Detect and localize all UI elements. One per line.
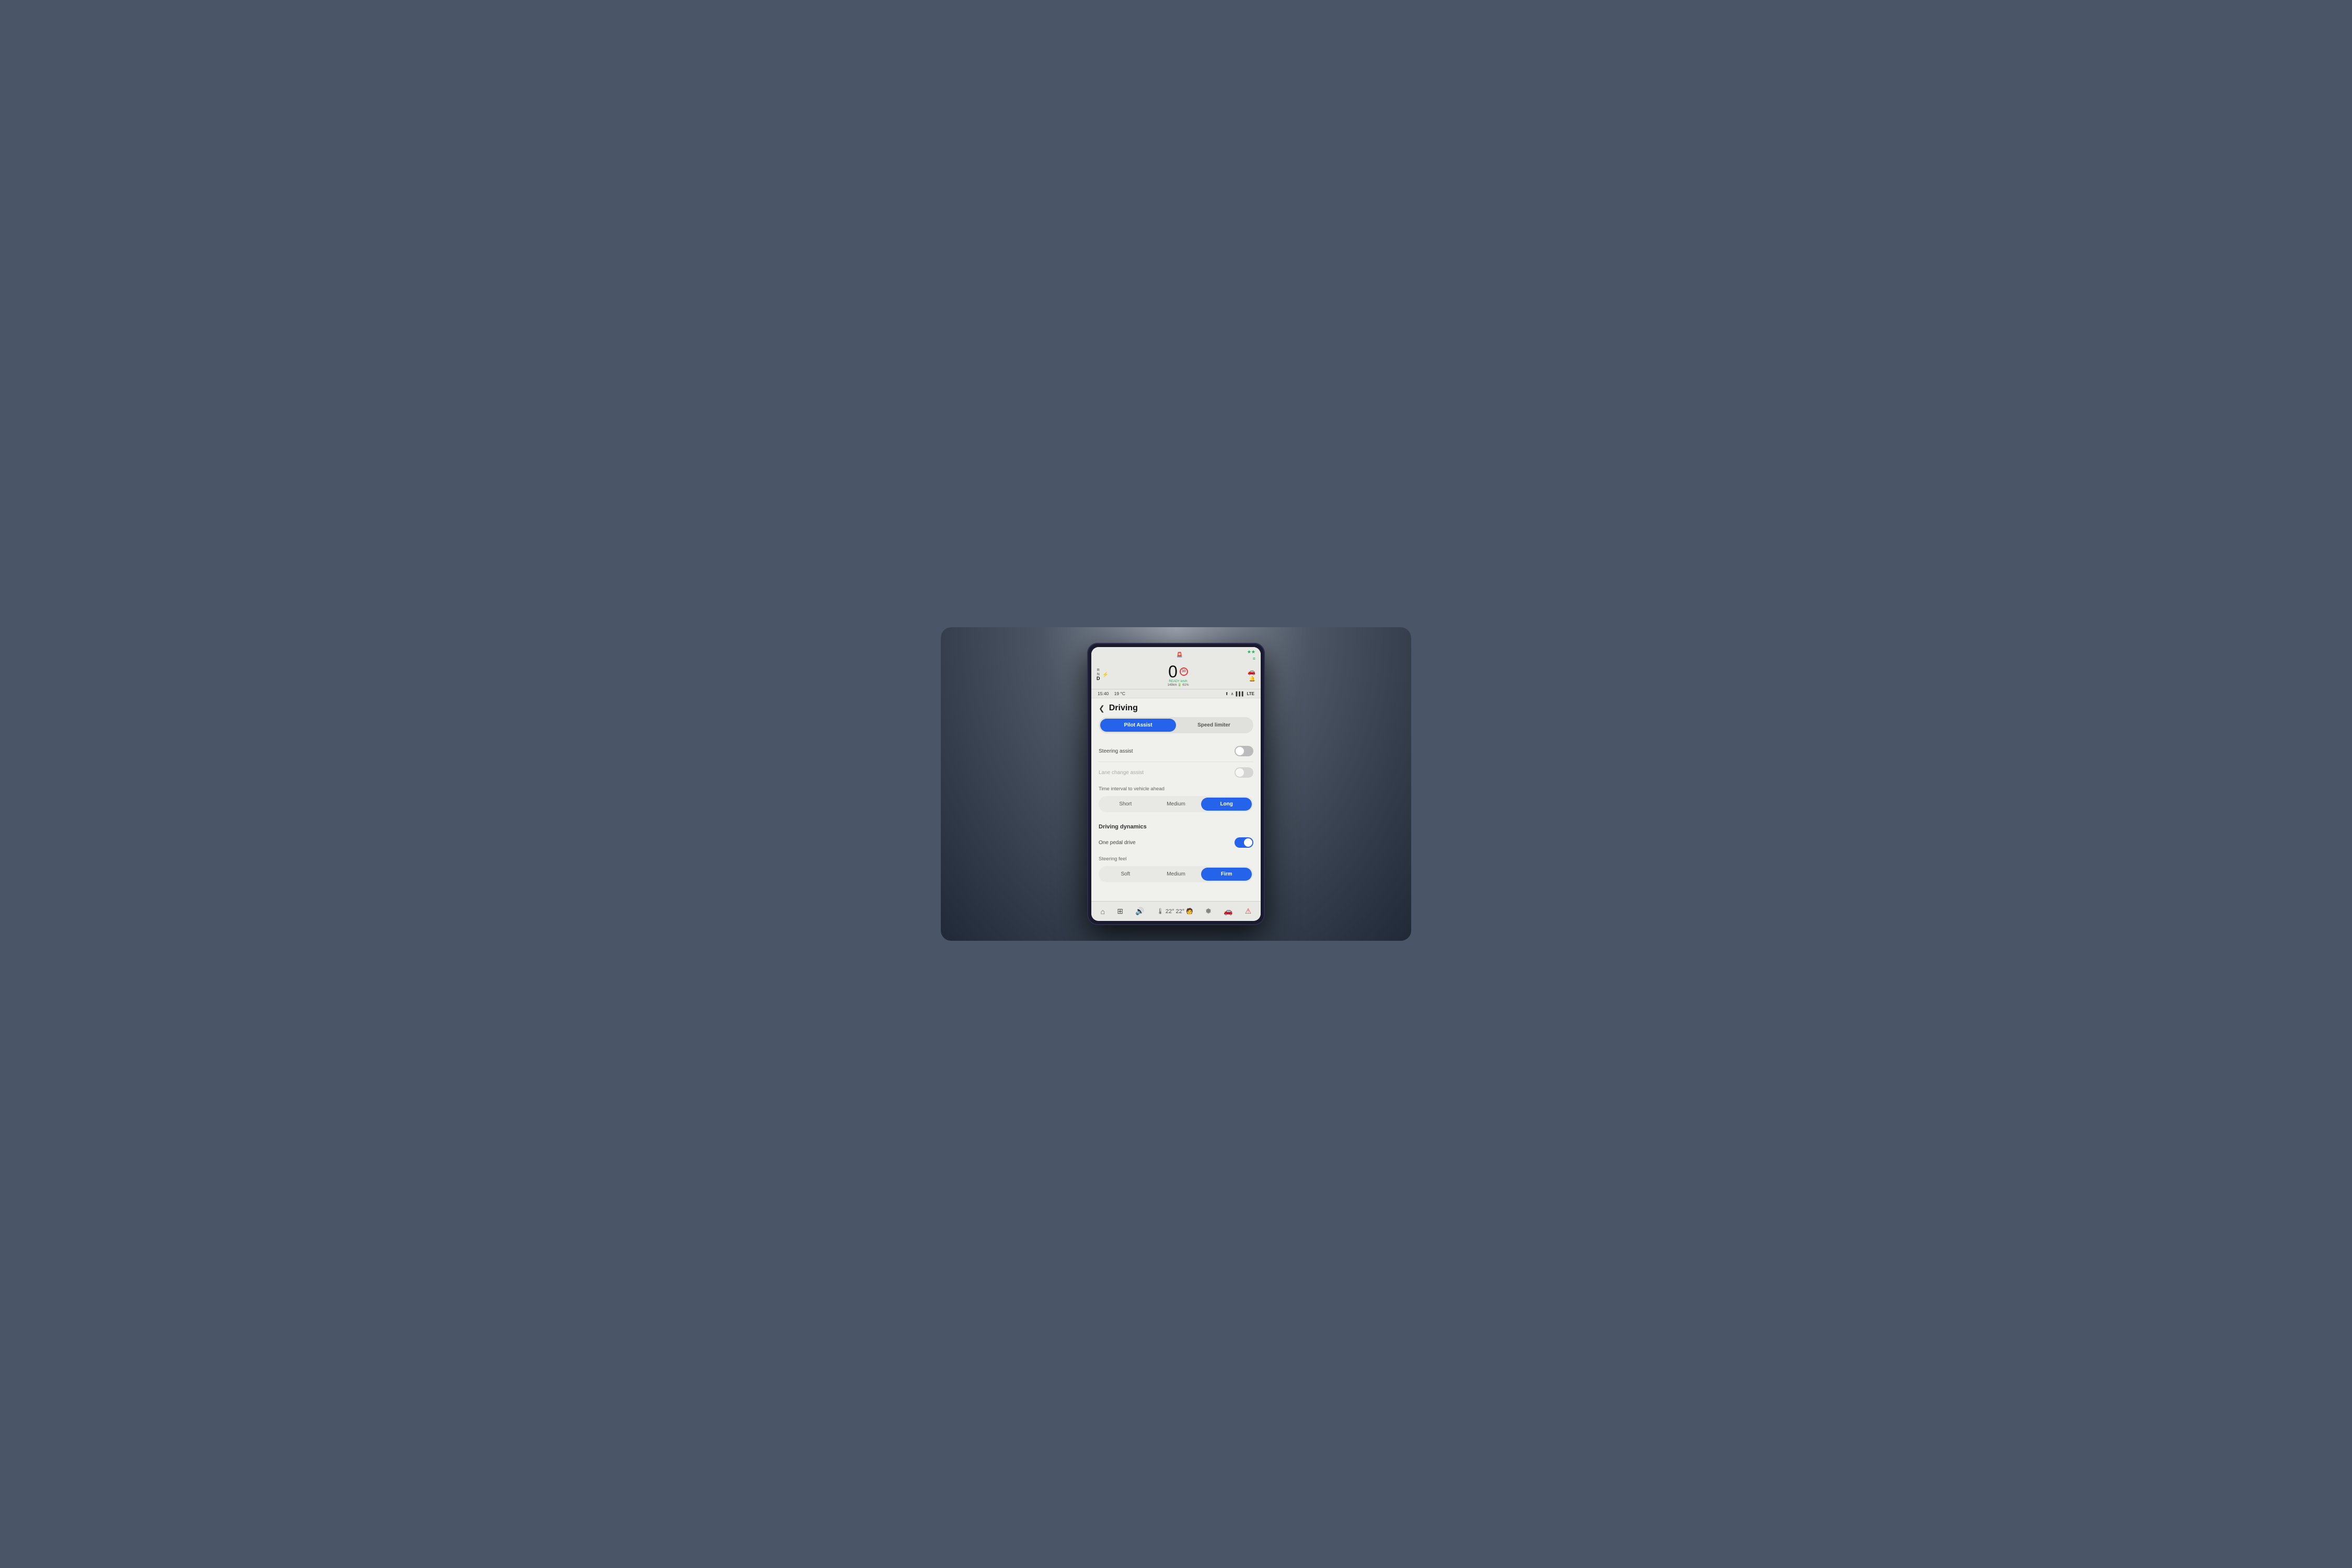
adas-warning-icon: 🚨 [1177, 652, 1183, 658]
car-dashboard-background: 🚨 ★★ ≡ R N D ⚡ [941, 627, 1411, 941]
home-icon: ⌂ [1101, 907, 1105, 916]
driving-dynamics-settings: One pedal drive [1091, 832, 1261, 853]
one-pedal-drive-label: One pedal drive [1099, 840, 1136, 846]
car-settings-icon: 🚗 [1224, 907, 1232, 916]
car-header-main: R N D ⚡ 0 30 READY [1097, 662, 1255, 688]
driving-dynamics-section: Driving dynamics One pedal drive [1091, 817, 1261, 853]
network-type: LTE [1247, 691, 1254, 696]
one-pedal-drive-row: One pedal drive [1099, 832, 1253, 853]
speed-limit-badge: 30 [1180, 667, 1188, 676]
alert-icon: ⚠ [1245, 907, 1252, 916]
header-center: 0 30 READY km/h 149km 🔋 61% [1168, 663, 1189, 687]
battery-info: 149km 🔋 61% [1168, 683, 1189, 687]
wifi-icon: ∧ [1231, 691, 1234, 696]
header-left: R N D ⚡ [1097, 668, 1109, 682]
tab-speed-limiter[interactable]: Speed limiter [1176, 719, 1252, 732]
one-pedal-drive-knob [1244, 838, 1252, 847]
settings-section: Steering assist Lane change assist [1091, 741, 1261, 783]
one-pedal-drive-toggle[interactable] [1235, 837, 1253, 848]
header-right: 🚗 🔔 [1248, 668, 1255, 682]
bottom-nav: ⌂ ⊞ 🔊 🌡 22° 22° 🧑 ❅ 🚗 ⚠ [1091, 901, 1261, 921]
page-header: ❮ Driving [1091, 698, 1261, 717]
status-bar: 15:40 19 °C ⬆ ∧ ▌▌▌ LTE [1091, 689, 1261, 698]
nav-media[interactable]: 🔊 [1132, 906, 1147, 917]
headlight-icon: ★★ [1247, 649, 1255, 655]
media-icon: 🔊 [1135, 907, 1144, 916]
lane-change-assist-row: Lane change assist [1099, 762, 1253, 783]
tablet-screen: 🚨 ★★ ≡ R N D ⚡ [1091, 647, 1261, 921]
nav-car-settings[interactable]: 🚗 [1220, 906, 1236, 917]
top-right-car-icons: ★★ ≡ [1247, 649, 1255, 661]
steering-feel-label: Steering feel [1091, 853, 1261, 863]
feel-soft-btn[interactable]: Soft [1100, 868, 1151, 881]
tablet-device: 🚨 ★★ ≡ R N D ⚡ [1087, 643, 1265, 925]
time-interval-segment-group: Short Medium Long [1099, 796, 1253, 812]
notification-icon: 🔔 [1249, 676, 1255, 682]
steering-feel-segment-group: Soft Medium Firm [1099, 866, 1253, 882]
steering-assist-label: Steering assist [1099, 748, 1133, 754]
temp-display: 19 °C [1114, 691, 1125, 696]
tab-pilot-assist[interactable]: Pilot Assist [1100, 719, 1176, 732]
time-display: 15:40 [1098, 691, 1109, 696]
interval-short-btn[interactable]: Short [1100, 798, 1151, 811]
main-content[interactable]: ❮ Driving Pilot Assist Speed limiter Ste… [1091, 698, 1261, 901]
interval-long-btn[interactable]: Long [1201, 798, 1252, 811]
nav-alert[interactable]: ⚠ [1242, 906, 1255, 917]
car-top-view: 🚗 [1248, 668, 1255, 675]
back-button[interactable]: ❮ [1099, 704, 1105, 713]
apps-icon: ⊞ [1117, 907, 1123, 916]
gear-r: R [1097, 668, 1100, 673]
lane-change-assist-toggle[interactable] [1235, 767, 1253, 778]
gear-indicator: R N D [1097, 668, 1100, 682]
car-top-icons-row: 🚨 ★★ ≡ [1097, 649, 1255, 661]
steering-assist-toggle[interactable] [1235, 746, 1253, 756]
climate-icon: 🌡 22° 22° 🧑 [1157, 908, 1193, 915]
bottom-spacer [1091, 887, 1261, 898]
nav-home[interactable]: ⌂ [1098, 906, 1108, 917]
status-time-temp: 15:40 19 °C [1098, 691, 1125, 696]
driving-dynamics-title: Driving dynamics [1091, 817, 1261, 832]
feel-medium-btn[interactable]: Medium [1151, 868, 1202, 881]
car-header: 🚨 ★★ ≡ R N D ⚡ [1091, 647, 1261, 689]
page-title: Driving [1109, 704, 1138, 713]
signal-bars-icon: ▌▌▌ [1236, 691, 1244, 696]
charging-icon: ⚡ [1102, 672, 1109, 678]
bluetooth-icon: ⬆ [1225, 691, 1229, 696]
speed-display: 0 [1168, 663, 1178, 680]
interval-medium-btn[interactable]: Medium [1151, 798, 1202, 811]
feel-firm-btn[interactable]: Firm [1201, 868, 1252, 881]
steering-feel-section: Steering feel Soft Medium Firm [1091, 853, 1261, 882]
nav-climate[interactable]: 🌡 22° 22° 🧑 [1154, 907, 1196, 916]
steering-assist-knob [1236, 747, 1244, 755]
nav-apps[interactable]: ⊞ [1114, 906, 1126, 917]
nav-fan[interactable]: ❅ [1202, 906, 1215, 917]
tab-bar: Pilot Assist Speed limiter [1099, 717, 1253, 733]
time-interval-label: Time interval to vehicle ahead [1091, 783, 1261, 793]
lane-change-assist-label: Lane change assist [1099, 770, 1144, 776]
time-interval-section: Time interval to vehicle ahead Short Med… [1091, 783, 1261, 812]
gear-d-active: D [1097, 676, 1100, 682]
lane-change-assist-knob [1236, 768, 1244, 777]
fan-icon: ❅ [1205, 907, 1212, 916]
beam-icon: ≡ [1253, 656, 1255, 661]
status-icons: ⬆ ∧ ▌▌▌ LTE [1225, 691, 1254, 696]
steering-assist-row: Steering assist [1099, 741, 1253, 762]
